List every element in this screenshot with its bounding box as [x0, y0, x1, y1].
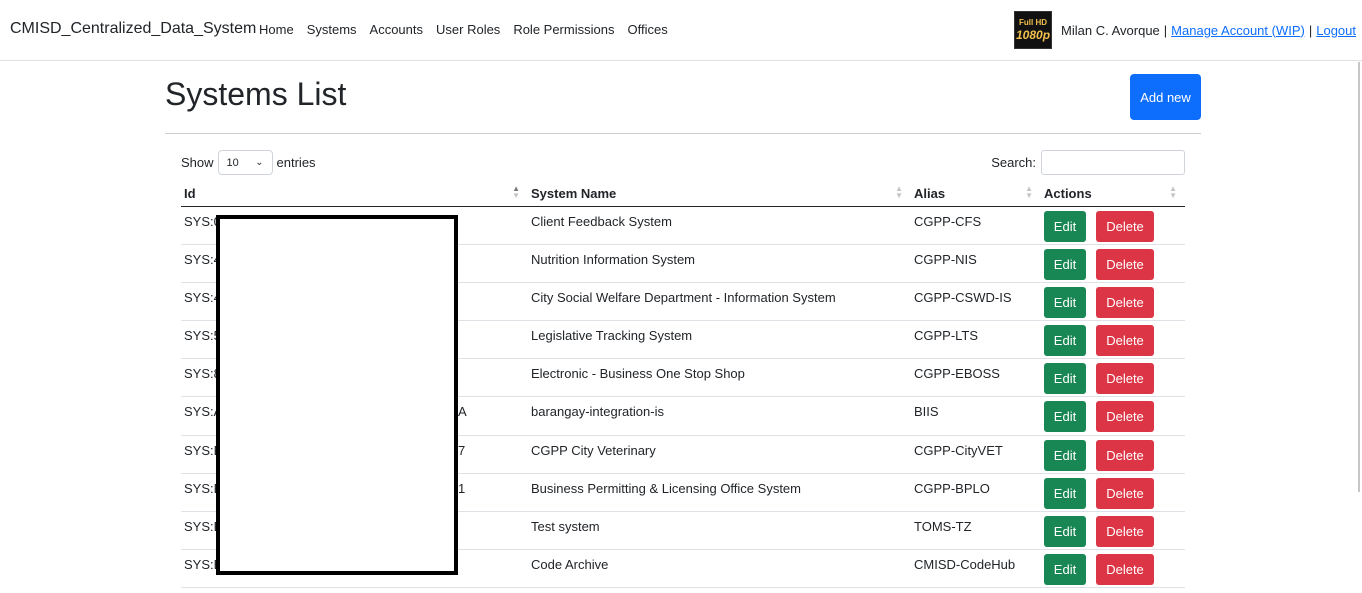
cell-name: Nutrition Information System — [528, 244, 911, 283]
search-control: Search: — [991, 150, 1185, 175]
sort-icon: ▲ ▼ — [895, 184, 903, 200]
delete-button[interactable]: Delete — [1096, 286, 1154, 318]
cell-actions: Edit Delete — [1041, 358, 1185, 398]
cell-actions: Edit Delete — [1041, 435, 1185, 474]
cell-name: Electronic - Business One Stop Shop — [528, 358, 911, 398]
manage-account-link[interactable]: Manage Account (WIP) — [1171, 23, 1305, 38]
nav-role-permissions[interactable]: Role Permissions — [513, 22, 614, 37]
cell-name: Business Permitting & Licensing Office S… — [528, 473, 911, 513]
cell-actions: Edit Delete — [1041, 396, 1185, 436]
page-size-value: 10 — [226, 156, 239, 169]
edit-button[interactable]: Edit — [1044, 554, 1086, 586]
entries-label: entries — [276, 155, 316, 170]
header-id-label: Id — [184, 185, 196, 201]
cell-alias: CGPP-NIS — [911, 244, 1041, 283]
cell-name: Client Feedback System — [528, 206, 911, 245]
cell-id-tail: 1 — [458, 480, 466, 496]
sort-icon: ▲ ▼ — [1025, 184, 1033, 200]
user-name: Milan C. Avorque — [1061, 22, 1160, 38]
header-actions-label: Actions — [1044, 185, 1092, 201]
edit-button[interactable]: Edit — [1044, 325, 1086, 357]
delete-button[interactable]: Delete — [1096, 363, 1154, 395]
cell-actions: Edit Delete — [1041, 320, 1185, 360]
header-alias-label: Alias — [914, 185, 946, 201]
avatar-text-top: Full HD — [1019, 18, 1048, 27]
page-size-control: Show 10 ⌄ entries — [181, 150, 316, 175]
sort-icon: ▲ ▼ — [512, 184, 520, 200]
search-label: Search: — [991, 155, 1036, 170]
nav-accounts[interactable]: Accounts — [370, 22, 423, 37]
delete-button[interactable]: Delete — [1096, 325, 1154, 357]
header-id[interactable]: Id ▲ ▼ — [181, 181, 528, 207]
header-actions[interactable]: Actions ▲ ▼ — [1041, 181, 1185, 207]
logout-link[interactable]: Logout — [1316, 23, 1356, 38]
cell-alias: CMISD-CodeHub — [911, 549, 1041, 589]
separator: | — [1163, 22, 1168, 38]
search-input[interactable] — [1041, 150, 1185, 175]
cell-actions: Edit Delete — [1041, 549, 1185, 589]
header-system-name-label: System Name — [531, 185, 617, 201]
page-size-select[interactable]: 10 ⌄ — [217, 150, 273, 175]
nav-user-roles[interactable]: User Roles — [436, 22, 500, 37]
scrollbar[interactable] — [1358, 62, 1360, 492]
nav-home[interactable]: Home — [259, 22, 294, 37]
edit-button[interactable]: Edit — [1044, 516, 1086, 547]
sort-icon: ▲ ▼ — [1169, 184, 1177, 200]
edit-button[interactable]: Edit — [1044, 210, 1086, 242]
cell-alias: CGPP-EBOSS — [911, 358, 1041, 398]
page-title: Systems List — [165, 76, 347, 112]
cell-id-tail: A — [458, 404, 467, 420]
cell-name: Legislative Tracking System — [528, 320, 911, 360]
show-label: Show — [181, 155, 214, 170]
cell-actions: Edit Delete — [1041, 282, 1185, 322]
delete-button[interactable]: Delete — [1096, 439, 1154, 471]
header-alias[interactable]: Alias ▲ ▼ — [911, 181, 1041, 207]
delete-button[interactable]: Delete — [1096, 401, 1154, 433]
chevron-down-icon: ⌄ — [255, 157, 264, 168]
redaction-box — [216, 215, 458, 575]
cell-alias: BIIS — [911, 396, 1041, 436]
nav-offices[interactable]: Offices — [627, 22, 667, 37]
delete-button[interactable]: Delete — [1096, 477, 1154, 509]
delete-button[interactable]: Delete — [1096, 248, 1154, 280]
user-area: Full HD 1080p Milan C. Avorque | Manage … — [1014, 11, 1356, 49]
cell-name: CGPP City Veterinary — [528, 435, 911, 474]
header-system-name[interactable]: System Name ▲ ▼ — [528, 181, 911, 207]
edit-button[interactable]: Edit — [1044, 286, 1086, 318]
app-brand[interactable]: CMISD_Centralized_Data_System — [10, 20, 256, 38]
cell-actions: Edit Delete — [1041, 206, 1185, 245]
nav-links: Home Systems Accounts User Roles Role Pe… — [259, 22, 668, 37]
avatar: Full HD 1080p — [1014, 11, 1053, 49]
cell-actions: Edit Delete — [1041, 511, 1185, 551]
cell-alias: CGPP-CityVET — [911, 435, 1041, 474]
cell-name: City Social Welfare Department - Informa… — [528, 282, 911, 322]
edit-button[interactable]: Edit — [1044, 401, 1086, 433]
cell-alias: CGPP-CSWD-IS — [911, 282, 1041, 322]
cell-name: barangay-integration-is — [528, 396, 911, 436]
cell-actions: Edit Delete — [1041, 473, 1185, 513]
edit-button[interactable]: Edit — [1044, 363, 1086, 395]
cell-alias: TOMS-TZ — [911, 511, 1041, 551]
nav-systems[interactable]: Systems — [307, 22, 357, 37]
top-navbar: CMISD_Centralized_Data_System Home Syste… — [0, 0, 1362, 61]
delete-button[interactable]: Delete — [1096, 554, 1154, 586]
cell-name: Code Archive — [528, 549, 911, 589]
add-new-button[interactable]: Add new — [1130, 74, 1201, 120]
separator: | — [1308, 22, 1313, 38]
delete-button[interactable]: Delete — [1096, 516, 1154, 547]
cell-name: Test system — [528, 511, 911, 551]
divider — [165, 133, 1201, 134]
avatar-text-bottom: 1080p — [1016, 28, 1051, 42]
delete-button[interactable]: Delete — [1096, 210, 1154, 242]
cell-actions: Edit Delete — [1041, 244, 1185, 283]
edit-button[interactable]: Edit — [1044, 248, 1086, 280]
edit-button[interactable]: Edit — [1044, 477, 1086, 509]
cell-alias: CGPP-BPLO — [911, 473, 1041, 513]
edit-button[interactable]: Edit — [1044, 439, 1086, 471]
cell-id-tail: 7 — [458, 442, 466, 458]
cell-alias: CGPP-LTS — [911, 320, 1041, 360]
cell-alias: CGPP-CFS — [911, 206, 1041, 245]
